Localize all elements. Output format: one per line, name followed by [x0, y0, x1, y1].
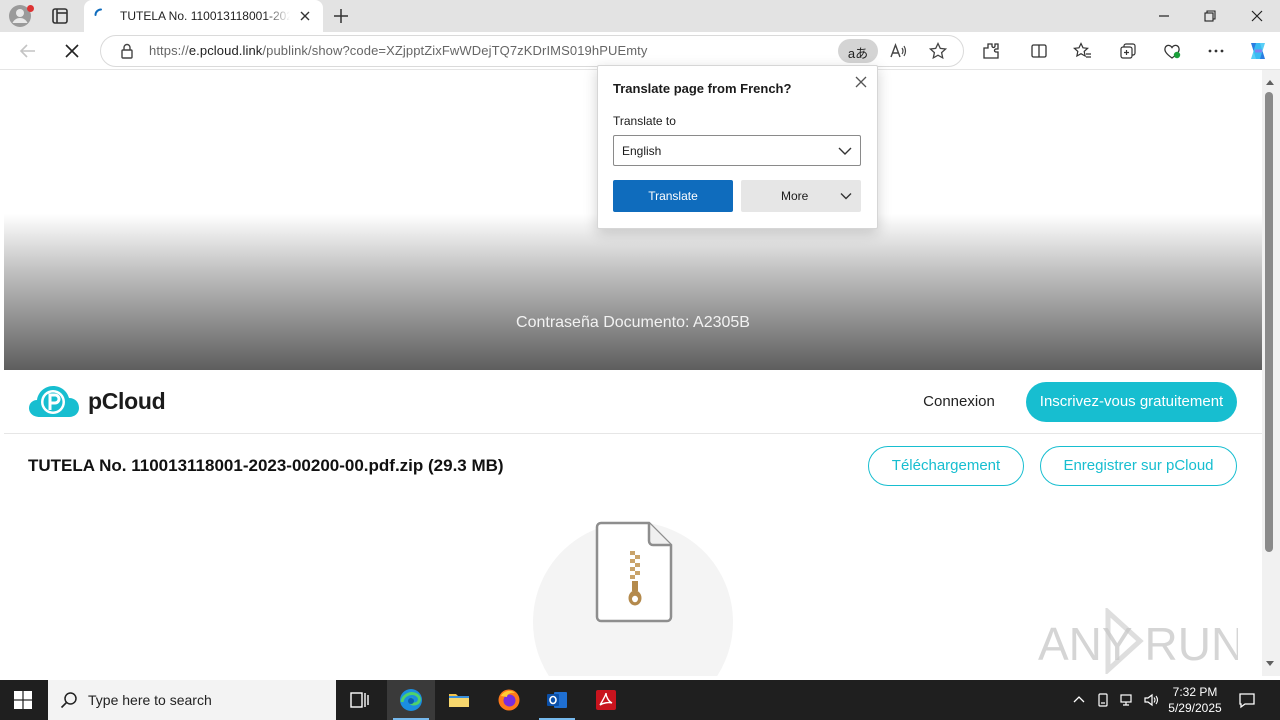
stop-loading-icon[interactable]	[62, 41, 82, 61]
favorites-icon[interactable]	[1073, 41, 1093, 61]
device-icon[interactable]	[1095, 692, 1111, 708]
scroll-up-arrow-icon[interactable]	[1265, 78, 1275, 86]
network-icon[interactable]	[1119, 692, 1135, 708]
new-tab-icon[interactable]	[332, 7, 350, 25]
translate-pill-button[interactable]: aあ	[838, 39, 878, 63]
profile-notification-dot	[27, 5, 34, 12]
close-popup-icon[interactable]	[854, 75, 868, 89]
more-options-icon[interactable]	[1206, 41, 1226, 61]
file-info-row: TUTELA No. 110013118001-2023-00200-00.pd…	[4, 434, 1262, 504]
url-path: /publink/show?code=XZjpptZixFwWDejTQ7zKD…	[262, 43, 648, 58]
translate-pill-icon: aあ	[847, 46, 869, 61]
taskbar-explorer-button[interactable]	[435, 680, 483, 720]
notifications-icon[interactable]	[1238, 691, 1256, 709]
hero-password-text: Contraseña Documento: A2305B	[516, 314, 750, 331]
more-button[interactable]: More	[741, 180, 861, 212]
task-view-button[interactable]	[336, 680, 384, 720]
loading-spinner-icon	[94, 8, 102, 16]
show-hidden-icons-icon[interactable]	[1071, 692, 1087, 708]
search-icon	[60, 692, 77, 709]
chevron-down-icon	[840, 193, 852, 200]
outlook-icon	[547, 692, 567, 708]
read-aloud-icon[interactable]	[888, 41, 908, 61]
pcloud-logo-icon[interactable]	[28, 383, 80, 421]
url-scheme: https://	[149, 43, 189, 58]
volume-icon[interactable]	[1143, 692, 1159, 708]
scroll-down-arrow-icon[interactable]	[1265, 660, 1275, 668]
file-title: TUTELA No. 110013118001-2023-00200-00.pd…	[28, 456, 504, 475]
edge-icon	[400, 689, 422, 711]
translate-popup: Translate page from French? Translate to…	[597, 65, 878, 229]
acrobat-icon	[596, 690, 616, 710]
pcloud-header: pCloud Connexion Inscrivez-vous gratuite…	[4, 370, 1262, 434]
copilot-icon[interactable]	[1246, 40, 1270, 62]
chevron-down-icon	[838, 147, 852, 155]
tab-actions-icon[interactable]	[50, 6, 70, 26]
taskbar-edge-button[interactable]	[387, 680, 435, 720]
more-button-label: More	[781, 189, 809, 203]
language-select[interactable]: English	[613, 135, 861, 166]
zip-file-icon	[595, 521, 673, 623]
clock-date: 5/29/2025	[1168, 701, 1222, 715]
windows-taskbar: Type here to search 7:32 PM 5/29/2025	[0, 680, 1280, 720]
browser-essentials-icon[interactable]	[1162, 41, 1182, 61]
taskbar-clock[interactable]: 7:32 PM 5/29/2025	[1163, 684, 1227, 716]
minimize-icon[interactable]	[1156, 8, 1172, 24]
taskbar-acrobat-button[interactable]	[582, 680, 630, 720]
close-window-icon[interactable]	[1249, 8, 1265, 24]
signup-button[interactable]: Inscrivez-vous gratuitement	[1026, 382, 1237, 422]
taskbar-firefox-button[interactable]	[485, 680, 533, 720]
translate-popup-title: Translate page from French?	[613, 81, 792, 96]
split-screen-icon[interactable]	[1029, 41, 1049, 61]
download-button[interactable]: Téléchargement	[868, 446, 1024, 486]
pcloud-logo-text: pCloud	[88, 388, 166, 414]
restore-icon[interactable]	[1202, 8, 1218, 24]
taskbar-search-placeholder: Type here to search	[88, 692, 212, 708]
firefox-icon	[498, 689, 520, 711]
save-to-pcloud-button[interactable]: Enregistrer sur pCloud	[1040, 446, 1237, 486]
url-host: e.pcloud.link	[188, 43, 263, 58]
translate-to-label: Translate to	[613, 114, 676, 128]
folder-icon	[449, 694, 469, 707]
anyrun-watermark-icon: ANY RUN	[1038, 608, 1238, 674]
windows-start-icon[interactable]	[14, 691, 32, 709]
lock-icon[interactable]	[117, 41, 137, 61]
active-tab[interactable]: TUTELA No. 110013118001-2023-00200-00.pd…	[84, 0, 323, 32]
scrollbar-thumb[interactable]	[1265, 92, 1273, 552]
clock-time: 7:32 PM	[1172, 685, 1218, 699]
taskbar-outlook-button[interactable]	[533, 680, 581, 720]
login-link[interactable]: Connexion	[904, 393, 1014, 410]
close-tab-icon[interactable]	[298, 9, 312, 23]
task-view-icon	[350, 692, 369, 708]
tab-bar: TUTELA No. 110013118001-2023-00200-00.pd…	[0, 0, 1280, 32]
translate-button[interactable]: Translate	[613, 180, 733, 212]
favorite-star-icon[interactable]	[928, 41, 948, 61]
selected-language: English	[622, 144, 662, 158]
taskbar-search-box[interactable]: Type here to search	[48, 680, 336, 720]
back-arrow-icon[interactable]	[18, 41, 38, 61]
collections-icon[interactable]	[1118, 41, 1138, 61]
extensions-icon[interactable]	[981, 41, 1001, 61]
url-text[interactable]: https://e.pcloud.link/publink/show?code=…	[149, 43, 647, 58]
tab-title: TUTELA No. 110013118001-2023-00200-00.pd…	[120, 9, 290, 23]
